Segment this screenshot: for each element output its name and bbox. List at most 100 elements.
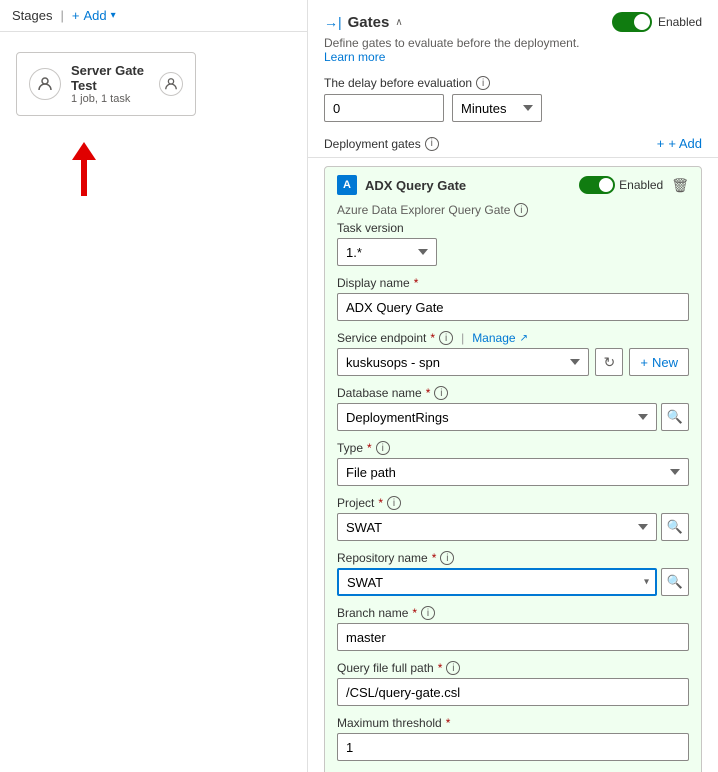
db-name-info-icon[interactable]: i [434, 386, 448, 400]
toggle-control[interactable] [612, 12, 652, 32]
query-path-group: Query file full path * i [337, 661, 689, 706]
delay-info-icon[interactable]: i [476, 76, 490, 90]
display-name-group: Display name * [337, 276, 689, 321]
db-name-label: Database name [337, 386, 422, 400]
display-name-input[interactable] [337, 293, 689, 321]
gates-title: Gates [348, 14, 390, 31]
gate-body: Task version 1.* Display name * Service … [325, 221, 701, 772]
gate-toggle-control[interactable] [579, 176, 615, 194]
manage-external-icon: ↗ [520, 333, 528, 344]
type-group: Type * i File path [337, 441, 689, 486]
database-name-group: Database name * i DeploymentRings 🔍 [337, 386, 689, 431]
add-gate-plus-icon: + [657, 136, 665, 151]
add-stage-button[interactable]: + Add ▾ [72, 8, 116, 23]
type-select[interactable]: File path [337, 458, 689, 486]
gates-header: →| Gates ∧ Enabled [308, 0, 718, 36]
gate-subtitle: Azure Data Explorer Query Gate i [325, 203, 701, 221]
gates-chevron-icon[interactable]: ∧ [395, 17, 402, 28]
db-name-required: * [426, 386, 431, 400]
gates-description: Define gates to evaluate before the depl… [308, 36, 718, 66]
db-search-button[interactable]: 🔍 [661, 403, 689, 431]
gates-arrow-icon: →| [324, 14, 342, 30]
project-search-button[interactable]: 🔍 [661, 513, 689, 541]
branch-label: Branch name [337, 606, 408, 620]
max-threshold-group: Maximum threshold * [337, 716, 689, 761]
gate-card-title: ADX Query Gate [365, 178, 571, 193]
service-endpoint-group: Service endpoint * i | Manage ↗ kuskusop… [337, 331, 689, 376]
gate-card-header: A ADX Query Gate Enabled 🗑 [325, 167, 701, 203]
gates-title-area: →| Gates ∧ [324, 14, 403, 31]
query-path-required: * [438, 661, 443, 675]
new-plus-icon: + [640, 355, 648, 370]
minutes-select[interactable]: Minutes [452, 94, 542, 122]
project-label: Project [337, 496, 374, 510]
repo-name-info-icon[interactable]: i [440, 551, 454, 565]
branch-input[interactable] [337, 623, 689, 651]
refresh-button[interactable]: ↻ [595, 348, 623, 376]
gate-sub-info-icon[interactable]: i [514, 203, 528, 217]
db-name-select[interactable]: DeploymentRings [337, 403, 657, 431]
max-threshold-input[interactable] [337, 733, 689, 761]
type-info-icon[interactable]: i [376, 441, 390, 455]
stage-icon [29, 68, 61, 100]
gate-toggle-knob [599, 178, 613, 192]
stages-divider: | [60, 8, 63, 23]
max-threshold-label: Maximum threshold [337, 716, 442, 730]
new-endpoint-button[interactable]: + New [629, 348, 689, 376]
add-gate-button[interactable]: + + Add [657, 136, 702, 151]
delay-label: The delay before evaluation i [308, 66, 718, 94]
learn-more-link[interactable]: Learn more [324, 50, 385, 64]
manage-link[interactable]: Manage [472, 331, 515, 345]
query-path-info-icon[interactable]: i [446, 661, 460, 675]
project-required: * [378, 496, 383, 510]
type-required: * [367, 441, 372, 455]
repo-name-required: * [432, 551, 437, 565]
repo-name-input[interactable] [337, 568, 657, 596]
project-select[interactable]: SWAT [337, 513, 657, 541]
branch-required: * [412, 606, 417, 620]
chevron-down-icon: ▾ [111, 10, 116, 21]
delay-input[interactable] [324, 94, 444, 122]
delay-row: Minutes [308, 94, 718, 130]
service-endpoint-info-icon[interactable]: i [439, 331, 453, 345]
gate-enabled-toggle[interactable]: Enabled [579, 176, 663, 194]
deployment-gates-header: Deployment gates i + + Add [308, 130, 718, 158]
query-path-input[interactable] [337, 678, 689, 706]
type-label: Type [337, 441, 363, 455]
deployment-gates-label: Deployment gates i [324, 137, 439, 151]
repo-chevron-icon: ▾ [644, 577, 649, 588]
adx-icon: A [337, 175, 357, 195]
toggle-knob [634, 14, 650, 30]
stage-user-icon [159, 72, 183, 96]
branch-info-icon[interactable]: i [421, 606, 435, 620]
stage-sub: 1 job, 1 task [71, 93, 149, 105]
deployment-gates-info-icon[interactable]: i [425, 137, 439, 151]
add-label: Add [83, 8, 106, 23]
stage-card[interactable]: Server Gate Test 1 job, 1 task [16, 52, 196, 116]
repo-name-group: Repository name * i ▾ 🔍 [337, 551, 689, 596]
gates-toggle[interactable]: Enabled [612, 12, 702, 32]
service-endpoint-required: * [430, 331, 435, 345]
stage-info: Server Gate Test 1 job, 1 task [71, 63, 149, 105]
repo-search-button[interactable]: 🔍 [661, 568, 689, 596]
toggle-label: Enabled [658, 15, 702, 29]
stage-name: Server Gate Test [71, 63, 149, 93]
service-endpoint-label: Service endpoint [337, 331, 426, 345]
project-info-icon[interactable]: i [387, 496, 401, 510]
repo-name-label: Repository name [337, 551, 428, 565]
branch-name-group: Branch name * i [337, 606, 689, 651]
gate-toggle-label: Enabled [619, 178, 663, 192]
project-group: Project * i SWAT 🔍 [337, 496, 689, 541]
max-threshold-required: * [446, 716, 451, 730]
service-row: kuskusops - spn ↻ + New [337, 348, 689, 376]
red-arrow-indicator [72, 142, 96, 196]
plus-icon: + [72, 8, 80, 23]
task-version-group: Task version 1.* [337, 221, 689, 266]
display-name-required: * [414, 276, 419, 290]
task-version-select[interactable]: 1.* [337, 238, 437, 266]
delete-gate-icon[interactable]: 🗑 [671, 177, 689, 194]
service-endpoint-select[interactable]: kuskusops - spn [337, 348, 589, 376]
query-path-label: Query file full path [337, 661, 434, 675]
display-name-label: Display name [337, 276, 410, 290]
gate-card: A ADX Query Gate Enabled 🗑 Azure Data Ex… [324, 166, 702, 772]
